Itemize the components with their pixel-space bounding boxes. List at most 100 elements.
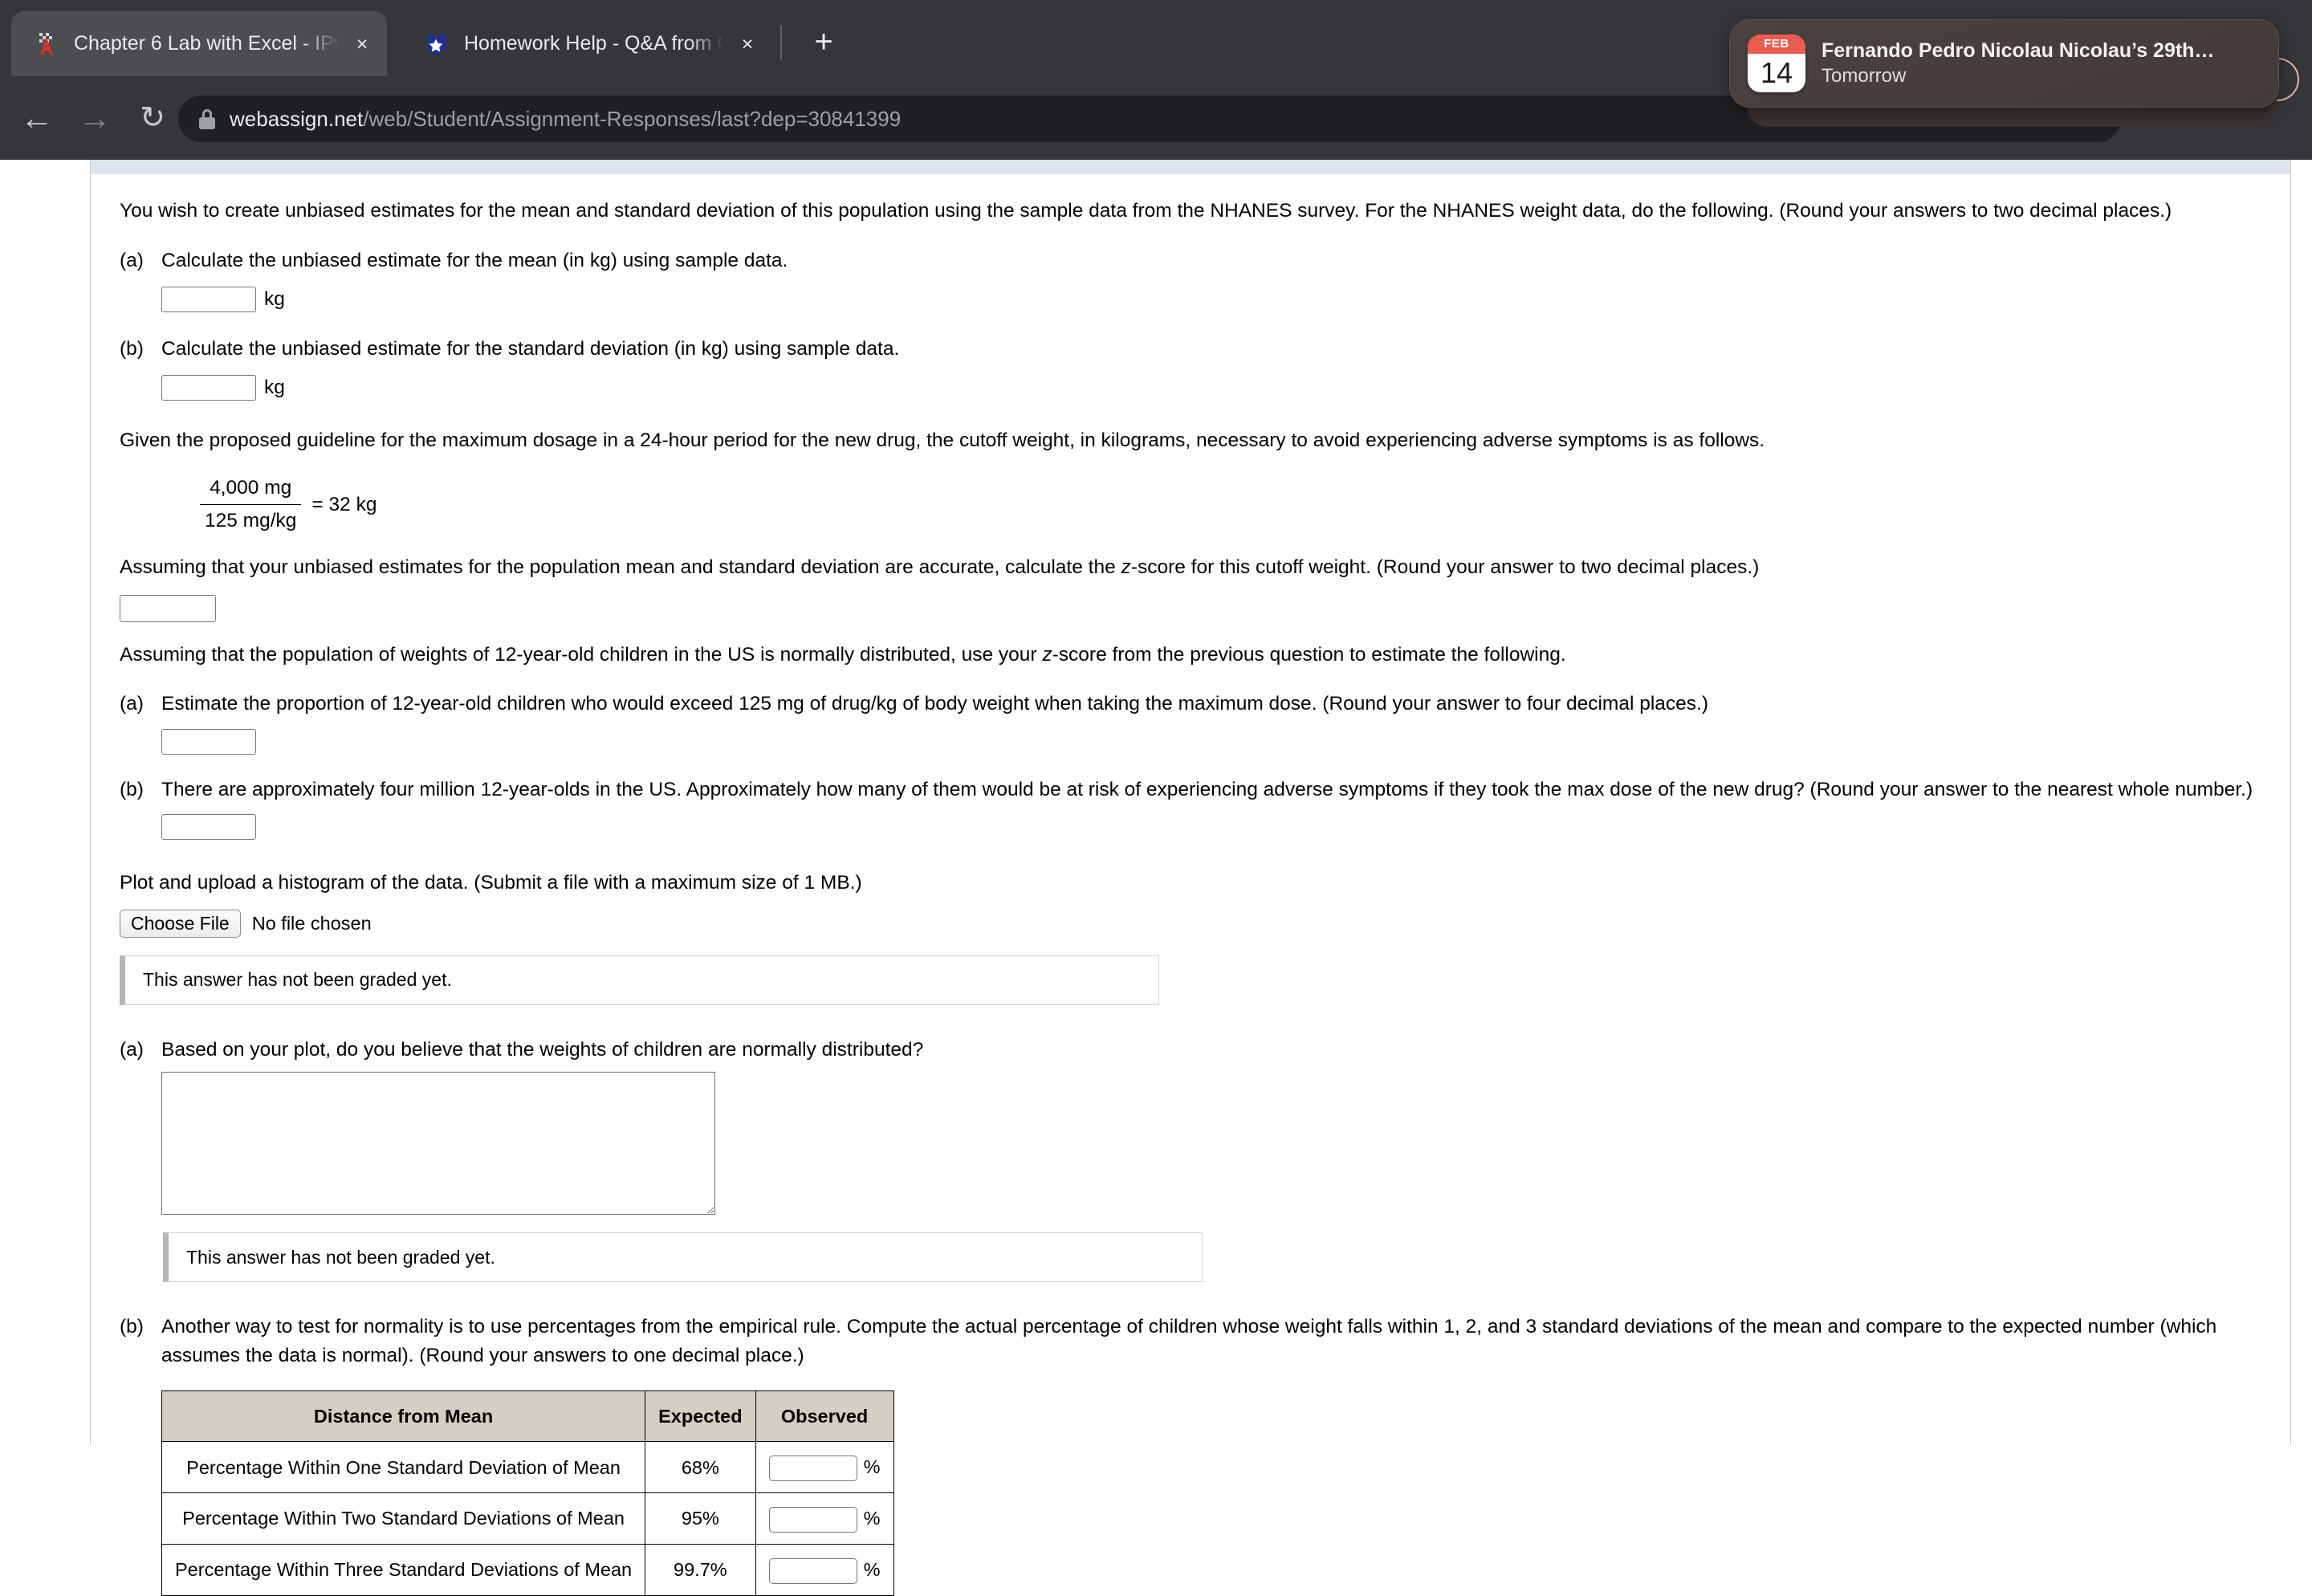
empirical-rule-table: Distance from Mean Expected Observed Per… <box>161 1390 894 1596</box>
question-2b: (b) There are approximately four million… <box>120 776 2258 841</box>
forward-icon[interactable]: → <box>71 94 119 142</box>
upload-prompt: Plot and upload a histogram of the data.… <box>120 872 862 894</box>
grading-status-box-normality: This answer has not been graded yet. <box>163 1232 1203 1283</box>
intro-paragraph: You wish to create unbiased estimates fo… <box>120 200 2172 222</box>
question-3a: (a) Based on your plot, do you believe t… <box>120 1036 2258 1283</box>
row-expected-one-sd: 68% <box>645 1441 756 1494</box>
table-header-row: Distance from Mean Expected Observed <box>161 1390 894 1443</box>
question-2b-label: (b) <box>120 778 144 800</box>
calendar-icon: FEB 14 <box>1748 35 1805 92</box>
cutoff-equation: 4,000 mg 125 mg/kg = 32 kg <box>200 474 2258 535</box>
question-2a-answer-line <box>161 728 2258 755</box>
observed-one-sd-input[interactable] <box>768 1456 857 1482</box>
question-1b-text: Calculate the unbiased estimate for the … <box>161 337 900 360</box>
at-risk-count-input[interactable] <box>161 814 256 841</box>
question-1b: (b) Calculate the unbiased estimate for … <box>120 335 2258 402</box>
question-1b-label: (b) <box>120 337 144 360</box>
row-observed-two-sd: % <box>755 1492 894 1545</box>
calendar-notification[interactable]: FEB 14 Fernando Pedro Nicolau Nicolau’s … <box>1729 19 2279 108</box>
browser-tab-1-close-icon[interactable]: × <box>350 32 374 56</box>
file-upload-row: Choose File No file chosen <box>120 909 2258 938</box>
row-observed-three-sd: % <box>755 1543 894 1596</box>
question-2b-answer-line <box>161 814 2258 841</box>
row-observed-one-sd: % <box>755 1441 894 1494</box>
page-header-strip <box>90 160 2290 174</box>
normal-paragraph-before: Assuming that the population of weights … <box>120 643 1043 666</box>
percent-unit-two-sd: % <box>863 1508 881 1529</box>
notification-stack: FEB 14 Fernando Pedro Nicolau Nicolau’s … <box>1729 19 2299 128</box>
calendar-day: 14 <box>1748 54 1805 92</box>
zscore-paragraph-italic: z <box>1121 556 1131 578</box>
browser-tab-2-close-icon[interactable]: × <box>735 32 759 56</box>
browser-tab-1[interactable]: Chapter 6 Lab with Excel - IPG × <box>11 11 387 76</box>
zscore-paragraph: Assuming that your unbiased estimates fo… <box>120 535 2258 582</box>
question-2a-label: (a) <box>120 693 144 715</box>
cutoff-numerator: 4,000 mg <box>210 477 292 499</box>
normal-distribution-paragraph: Assuming that the population of weights … <box>120 623 2258 670</box>
normal-paragraph-after: -score from the previous question to est… <box>1052 643 1566 666</box>
question-1b-unit: kg <box>264 377 285 399</box>
row-label-one-sd: Percentage Within One Standard Deviation… <box>161 1441 646 1494</box>
question-3b-text: Another way to test for normality is to … <box>161 1316 2217 1366</box>
grading-status-text: This answer has not been graded yet. <box>143 969 452 991</box>
new-tab-button[interactable]: + <box>804 24 843 63</box>
webassign-flag-icon <box>32 31 59 58</box>
cutoff-paragraph: Given the proposed guideline for the max… <box>120 429 1765 451</box>
notification-body: Fernando Pedro Nicolau Nicolau’s 29th… T… <box>1822 39 2261 88</box>
page-viewport: You wish to create unbiased estimates fo… <box>0 160 2312 1596</box>
tab-separator <box>780 26 782 59</box>
blue-shield-star-icon <box>422 31 450 58</box>
question-1a-label: (a) <box>120 249 144 271</box>
url-text: webassign.net/web/Student/Assignment-Res… <box>230 107 901 132</box>
row-expected-three-sd: 99.7% <box>645 1543 756 1596</box>
browser-chrome: Chapter 6 Lab with Excel - IPG × Homewor… <box>0 0 2312 160</box>
back-icon[interactable]: ← <box>13 94 61 142</box>
cutoff-result: = 32 kg <box>311 493 377 515</box>
zscore-answer-line <box>120 594 2258 623</box>
reload-icon[interactable]: ↻ <box>128 94 177 142</box>
browser-tab-1-title: Chapter 6 Lab with Excel - IPG <box>74 32 339 55</box>
normal-paragraph-italic: z <box>1042 643 1052 666</box>
stdev-estimate-input[interactable] <box>161 374 256 401</box>
calendar-month: FEB <box>1748 35 1805 54</box>
zscore-paragraph-after: -score for this cutoff weight. (Round yo… <box>1130 556 1760 578</box>
no-file-chosen-label: No file chosen <box>251 913 372 934</box>
question-1a-text: Calculate the unbiased estimate for the … <box>161 249 788 271</box>
column-header-distance: Distance from Mean <box>161 1390 646 1443</box>
choose-file-button[interactable]: Choose File <box>120 909 241 938</box>
url-host: webassign.net <box>230 106 364 131</box>
question-3a-text: Based on your plot, do you believe that … <box>161 1038 924 1061</box>
browser-tab-2-title: Homework Help - Q&A from On <box>464 32 724 55</box>
mean-estimate-input[interactable] <box>161 286 256 312</box>
row-expected-two-sd: 95% <box>645 1492 756 1545</box>
table-row: Percentage Within Two Standard Deviation… <box>161 1492 894 1545</box>
url-path: /web/Student/Assignment-Responses/last?d… <box>363 106 902 131</box>
percent-unit-three-sd: % <box>863 1558 881 1580</box>
column-header-observed: Observed <box>755 1390 894 1443</box>
cutoff-fraction: 4,000 mg 125 mg/kg <box>200 474 302 535</box>
zscore-input[interactable] <box>120 595 216 623</box>
column-header-expected: Expected <box>645 1390 756 1443</box>
table-row: Percentage Within One Standard Deviation… <box>161 1441 894 1494</box>
question-1a-unit: kg <box>264 288 285 311</box>
zscore-paragraph-before: Assuming that your unbiased estimates fo… <box>120 556 1121 578</box>
question-1a-answer-line: kg <box>161 285 2258 314</box>
assignment-content: You wish to create unbiased estimates fo… <box>91 174 2290 1596</box>
normality-textarea[interactable] <box>161 1072 715 1215</box>
cutoff-denominator: 125 mg/kg <box>205 510 297 532</box>
grading-status-box-upload: This answer has not been graded yet. <box>120 955 1159 1005</box>
upload-section: Plot and upload a histogram of the data.… <box>120 869 2258 1005</box>
observed-two-sd-input[interactable] <box>768 1506 857 1533</box>
observed-three-sd-input[interactable] <box>768 1557 857 1584</box>
row-label-three-sd: Percentage Within Three Standard Deviati… <box>161 1543 646 1596</box>
notification-subtitle: Tomorrow <box>1822 64 1907 87</box>
table-row: Percentage Within Three Standard Deviati… <box>161 1543 894 1596</box>
notification-title: Fernando Pedro Nicolau Nicolau’s 29th… <box>1822 39 2215 63</box>
question-3b: (b) Another way to test for normality is… <box>120 1313 2258 1596</box>
proportion-input[interactable] <box>161 728 256 755</box>
percent-unit-one-sd: % <box>863 1456 881 1478</box>
row-label-two-sd: Percentage Within Two Standard Deviation… <box>161 1492 646 1545</box>
question-3a-label: (a) <box>120 1038 144 1061</box>
question-3b-label: (b) <box>120 1316 144 1338</box>
browser-tab-2[interactable]: Homework Help - Q&A from On × <box>401 11 772 76</box>
